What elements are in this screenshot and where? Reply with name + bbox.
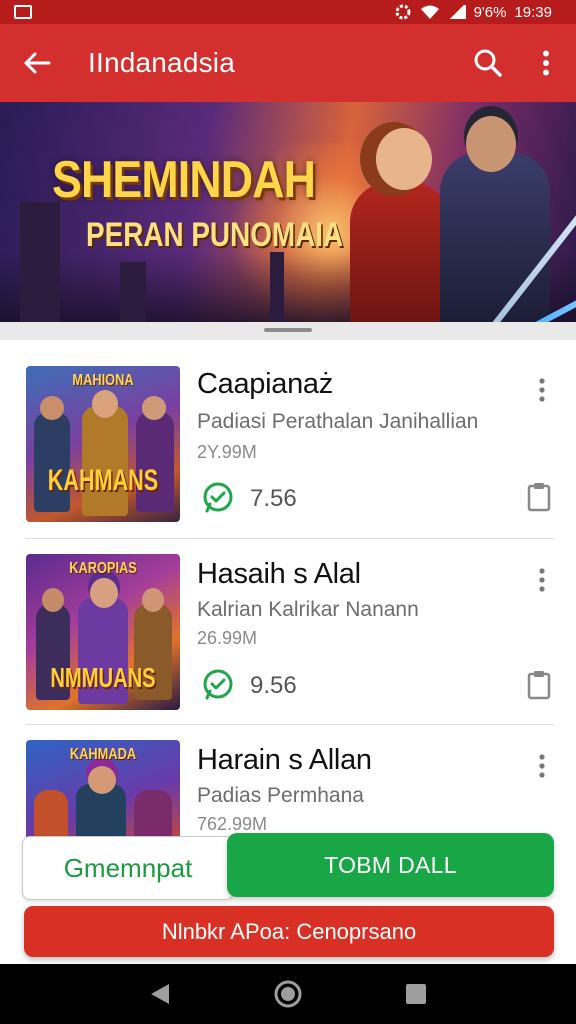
app-rating: 9.56 xyxy=(250,672,297,699)
clock: 19:39 xyxy=(514,3,552,21)
thumb-top-text: KAROPIAS xyxy=(69,560,137,577)
list-item[interactable]: MAHIONA KAHMANS Caapianaż Padiasi Perath… xyxy=(0,340,576,526)
app-name: Harain s Allan xyxy=(197,744,372,776)
back-button[interactable] xyxy=(0,24,74,102)
app-thumbnail: KAROPIAS NMMUANS xyxy=(26,554,180,710)
banner-headline: SHEMINDAH xyxy=(52,151,316,209)
page-title: IIndanadsia xyxy=(88,47,235,78)
thumb-figure xyxy=(82,406,128,516)
banner-hero-male xyxy=(440,152,550,322)
more-vert-icon xyxy=(543,50,549,76)
nav-back-button[interactable] xyxy=(140,974,180,1014)
system-nav-bar xyxy=(0,964,576,1024)
banner-building xyxy=(20,202,60,322)
square-recents-icon xyxy=(406,984,426,1004)
item-overflow-button[interactable] xyxy=(528,370,556,410)
thumb-title: NMMUANS xyxy=(50,662,156,693)
app-thumbnail: MAHIONA KAHMANS xyxy=(26,366,180,522)
circle-home-icon xyxy=(274,980,302,1008)
nav-home-button[interactable] xyxy=(268,974,308,1014)
clipboard-icon[interactable] xyxy=(526,482,552,512)
wifi-icon xyxy=(420,5,439,19)
app-description: Padias Permhana xyxy=(197,784,364,807)
status-bar: 9'6% 19:39 xyxy=(0,0,576,24)
item-overflow-button[interactable] xyxy=(528,560,556,600)
app-size: 2Y.99M xyxy=(197,442,257,462)
clipboard-icon[interactable] xyxy=(526,670,552,700)
thumb-figure-head xyxy=(40,396,64,420)
action-banner-button[interactable]: Nlnbkr APoa: Cenoprsano xyxy=(24,906,554,957)
list-item[interactable]: KAROPIAS NMMUANS Hasaih s Alal Kalrian K… xyxy=(0,528,576,714)
app-name: Hasaih s Alal xyxy=(197,558,361,590)
settings-status-icon xyxy=(395,4,411,20)
gallery-notification-icon xyxy=(14,5,32,19)
screen: 9'6% 19:39 IIndanadsia SHEMINDAH PERAN P… xyxy=(0,0,576,1024)
app-size: 26.99M xyxy=(197,628,258,648)
more-vert-icon xyxy=(539,754,545,778)
banner-subheadline: PERAN PUNOMAIA xyxy=(86,216,344,254)
banner-hero-female-head xyxy=(376,128,432,190)
more-vert-icon xyxy=(539,568,545,592)
thumb-top-text: MAHIONA xyxy=(72,372,134,389)
more-vert-icon xyxy=(539,378,545,402)
battery-percent: 9'6% xyxy=(473,3,507,21)
thumb-top-text: KAHMADA xyxy=(69,746,137,763)
overflow-menu-button[interactable] xyxy=(516,24,576,102)
secondary-button[interactable]: Gmemnpat xyxy=(22,836,234,900)
primary-button[interactable]: TOBM DALL xyxy=(227,833,554,897)
search-icon xyxy=(474,49,502,77)
thumb-figure-head xyxy=(90,578,118,608)
whatsapp-chat-icon xyxy=(203,669,233,700)
whatsapp-chat-icon xyxy=(203,482,233,513)
arrow-left-icon xyxy=(24,52,51,74)
app-name: Caapianaż xyxy=(197,368,333,400)
thumb-title: KAHMANS xyxy=(47,464,159,497)
app-bar: IIndanadsia xyxy=(0,24,576,102)
item-overflow-button[interactable] xyxy=(528,746,556,786)
drag-handle[interactable] xyxy=(264,328,312,332)
system-icons: 9'6% 19:39 xyxy=(394,3,552,21)
app-rating: 7.56 xyxy=(250,485,297,512)
app-description: Padiasi Perathalan Janihallian xyxy=(197,410,479,433)
thumb-figure-head xyxy=(142,396,166,420)
thumb-figure-head xyxy=(88,766,116,794)
app-description: Kalrian Kalrikar Nanann xyxy=(197,598,419,621)
banner-building xyxy=(270,252,284,322)
triangle-back-icon xyxy=(151,984,169,1004)
banner-building xyxy=(120,262,146,322)
app-size: 762.99M xyxy=(197,814,268,834)
banner-hero-female xyxy=(350,182,450,322)
signal-icon xyxy=(447,5,466,19)
featured-banner[interactable]: SHEMINDAH PERAN PUNOMAIA xyxy=(0,102,576,322)
banner-hero-male-head xyxy=(466,116,516,172)
thumb-figure-head xyxy=(92,390,118,418)
nav-recents-button[interactable] xyxy=(396,974,436,1014)
thumb-figure-head xyxy=(142,588,164,612)
search-button[interactable] xyxy=(460,24,516,102)
thumb-figure-head xyxy=(42,588,64,612)
